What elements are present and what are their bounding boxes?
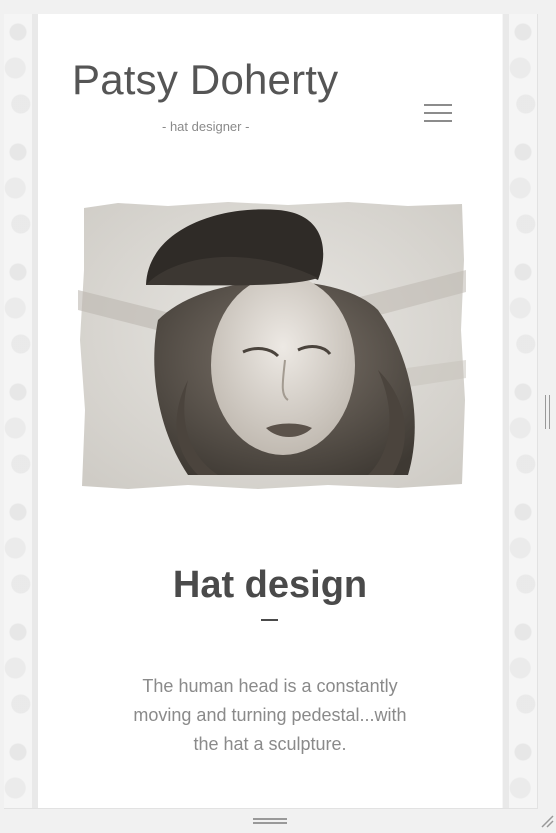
- menu-line: [424, 104, 452, 106]
- vertical-resize-handle[interactable]: [545, 395, 550, 429]
- right-page-edge: [503, 14, 509, 808]
- hero-portrait-image: [78, 200, 466, 490]
- resize-corner-icon[interactable]: [538, 812, 554, 828]
- horizontal-resize-handle[interactable]: [253, 818, 287, 824]
- heading-divider: [261, 619, 278, 621]
- menu-line: [424, 120, 452, 122]
- section-quote: The human head is a constantly moving an…: [133, 676, 407, 754]
- menu-line: [424, 112, 452, 114]
- site-tagline: - hat designer -: [162, 119, 250, 134]
- left-background-pattern: [4, 14, 32, 808]
- hamburger-menu-icon[interactable]: [424, 104, 452, 126]
- preview-viewport: Patsy Doherty - hat designer - Hat desig…: [4, 14, 538, 809]
- site-title[interactable]: Patsy Doherty: [72, 56, 338, 104]
- section-heading: Hat design: [172, 564, 368, 606]
- portrait-illustration: [78, 202, 466, 489]
- page-content: Patsy Doherty - hat designer - Hat desig…: [38, 14, 502, 808]
- right-background-pattern: [509, 14, 537, 808]
